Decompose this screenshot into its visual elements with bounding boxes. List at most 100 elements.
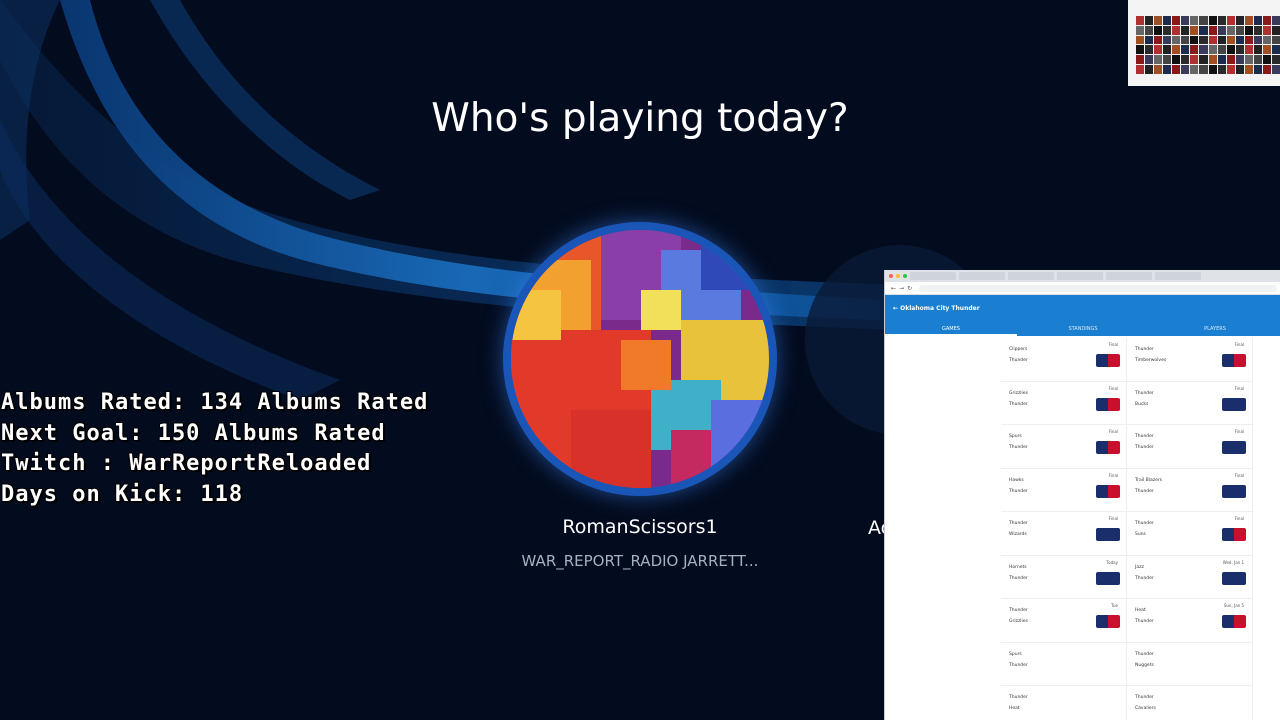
game-card[interactable]: Hawks Thunder Final — [1001, 468, 1127, 511]
team-name: Thunder — [1009, 575, 1028, 581]
album-cover-thumb — [1271, 65, 1280, 74]
album-cover-thumb — [1199, 45, 1208, 55]
album-cover-thumb — [1208, 45, 1217, 55]
game-card[interactable]: Spurs Thunder — [1001, 642, 1127, 685]
url-input[interactable] — [919, 284, 1277, 292]
team-name: Thunder — [1009, 521, 1028, 526]
album-cover-thumb — [1217, 55, 1226, 65]
team-name: Nuggets — [1135, 662, 1154, 668]
back-arrow-icon[interactable]: ← — [893, 305, 898, 312]
team-name: Thunder — [1135, 575, 1154, 581]
game-card[interactable]: Thunder Wizards Final — [1001, 512, 1127, 555]
game-highlight-button[interactable] — [1222, 528, 1246, 541]
album-cover-thumb — [1163, 55, 1172, 65]
browser-tab[interactable] — [1155, 272, 1201, 280]
game-highlight-button[interactable] — [1222, 571, 1246, 585]
album-cover-thumb — [1208, 16, 1217, 25]
game-row: Hornets Thunder Today Jazz Thunder Wed, Jan 1 — [1001, 555, 1253, 599]
back-arrow-icon[interactable]: ← — [891, 285, 896, 292]
album-cover-thumb — [1235, 65, 1244, 74]
game-highlight-button[interactable] — [1222, 397, 1246, 411]
team-name: Thunder — [1009, 358, 1028, 363]
game-highlight-button[interactable] — [1096, 397, 1120, 411]
album-cover-thumb — [1226, 25, 1235, 35]
team-name: Spurs — [1009, 651, 1022, 657]
team-name: Thunder — [1009, 488, 1028, 494]
game-card[interactable]: Trail Blazers Thunder Final — [1127, 468, 1253, 511]
browser-tab[interactable] — [1057, 272, 1103, 280]
album-cover-thumb — [1172, 16, 1181, 25]
game-highlight-button[interactable] — [1222, 354, 1246, 367]
game-card[interactable]: Thunder Heat — [1001, 686, 1127, 720]
game-row: Thunder Heat Thunder Cavaliers — [1001, 686, 1253, 720]
album-cover-thumb — [1271, 25, 1280, 35]
game-card[interactable]: Thunder Thunder Final — [1127, 425, 1253, 468]
profile-avatar[interactable] — [511, 230, 769, 488]
team-name: Thunder — [1009, 695, 1028, 700]
game-card[interactable]: Thunder Cavaliers — [1127, 686, 1253, 720]
tab-games[interactable]: GAMES — [885, 322, 1017, 336]
game-highlight-button[interactable] — [1222, 484, 1246, 498]
game-card[interactable]: Thunder Grizzlies Tue — [1001, 599, 1127, 642]
game-card[interactable]: Thunder Suns Final — [1127, 512, 1253, 555]
team-name: Thunder — [1009, 662, 1028, 668]
album-cover-thumb — [1145, 25, 1154, 35]
album-cover-thumb — [1181, 25, 1190, 35]
album-cover-thumb — [1172, 25, 1181, 35]
game-card[interactable]: Grizzlies Thunder Final — [1001, 381, 1127, 424]
tab-players[interactable]: PLAYERS — [1149, 322, 1280, 336]
game-highlight-button[interactable] — [1096, 441, 1120, 454]
album-cover-thumb — [1136, 45, 1145, 55]
game-highlight-button[interactable] — [1096, 484, 1120, 498]
album-cover-thumb — [1217, 35, 1226, 45]
team-name: Hawks — [1009, 477, 1024, 483]
forward-arrow-icon[interactable]: → — [899, 285, 904, 292]
stat-next-goal: Next Goal: 150 Albums Rated — [1, 420, 386, 446]
reload-icon[interactable]: ↻ — [907, 285, 912, 292]
browser-tab[interactable] — [959, 272, 1005, 280]
game-highlight-button[interactable] — [1222, 441, 1246, 454]
game-card[interactable]: Spurs Thunder Final — [1001, 425, 1127, 468]
game-card[interactable]: Clippers Thunder Final — [1001, 338, 1127, 381]
album-cover-thumb — [1271, 55, 1280, 65]
close-dot-icon[interactable] — [889, 274, 893, 278]
game-card[interactable]: Heat Thunder Sun, Jan 5 — [1127, 599, 1253, 642]
game-highlight-button[interactable] — [1096, 571, 1120, 585]
browser-tab[interactable] — [1008, 272, 1054, 280]
album-cover-thumb — [1217, 45, 1226, 55]
game-card[interactable]: Thunder Nuggets — [1127, 642, 1253, 685]
album-cover-thumb — [1253, 55, 1262, 65]
album-cover-thumb — [1136, 35, 1145, 45]
games-list: Clippers Thunder Final Thunder Timberwolves F… — [1001, 338, 1253, 720]
album-cover-thumb — [1136, 65, 1145, 74]
album-cover-thumb — [1253, 25, 1262, 35]
stream-overlay-stats: Albums Rated: 134 Albums Rated Next Goal… — [1, 388, 428, 510]
game-highlight-button[interactable] — [1096, 615, 1120, 628]
game-row: Clippers Thunder Final Thunder Timberwolves F… — [1001, 338, 1253, 382]
game-highlight-button[interactable] — [1096, 354, 1120, 367]
album-cover-thumb — [1145, 65, 1154, 74]
game-card[interactable]: Thunder Timberwolves Final — [1127, 338, 1253, 381]
browser-window[interactable]: ← → ↻ ← Oklahoma City Thunder GAMES STAN… — [884, 270, 1280, 720]
browser-tab[interactable] — [910, 272, 956, 280]
game-highlight-button[interactable] — [1222, 615, 1246, 628]
minimize-dot-icon[interactable] — [896, 274, 900, 278]
game-card[interactable]: Thunder Bucks Final — [1127, 381, 1253, 424]
game-card[interactable]: Hornets Thunder Today — [1001, 555, 1127, 598]
game-highlight-button[interactable] — [1096, 528, 1120, 541]
page-title: Who's playing today? — [431, 96, 849, 141]
team-name: Thunder — [1009, 608, 1028, 613]
team-name: Wizards — [1009, 532, 1027, 537]
browser-tab[interactable] — [1106, 272, 1152, 280]
profile-gamertag[interactable]: RomanScissors1 — [440, 516, 840, 538]
game-card[interactable]: Jazz Thunder Wed, Jan 1 — [1127, 555, 1253, 598]
album-cover-thumb — [1271, 45, 1280, 55]
album-cover-thumb — [1172, 55, 1181, 65]
album-cover-thumb — [1145, 16, 1154, 25]
tab-standings[interactable]: STANDINGS — [1017, 322, 1149, 336]
stat-days-on-kick: Days on Kick: 118 — [1, 481, 244, 507]
album-cover-thumb — [1271, 35, 1280, 45]
album-cover-thumb — [1154, 55, 1163, 65]
game-row: Spurs Thunder Thunder Nuggets — [1001, 642, 1253, 686]
maximize-dot-icon[interactable] — [903, 274, 907, 278]
